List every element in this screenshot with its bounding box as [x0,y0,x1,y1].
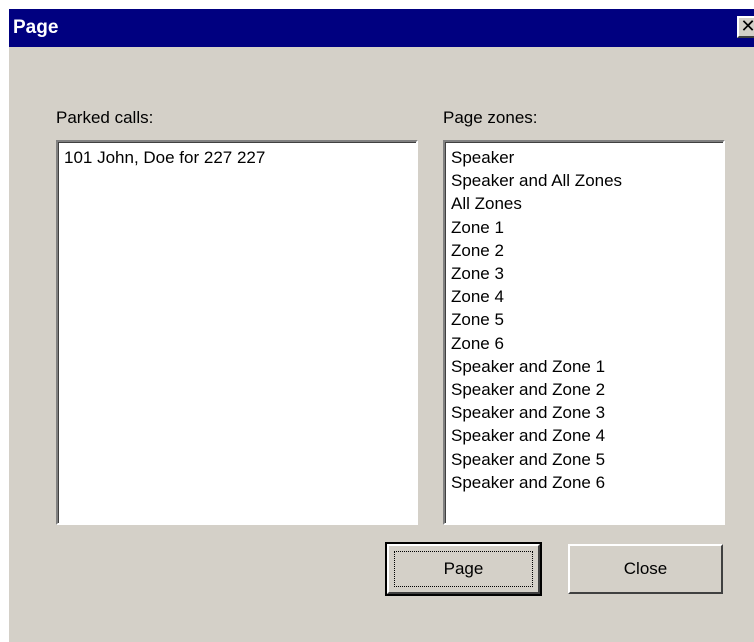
list-item[interactable]: Speaker [445,146,723,169]
list-item[interactable]: Zone 3 [445,262,723,285]
list-item[interactable]: 101 John, Doe for 227 227 [58,146,416,169]
list-item[interactable]: All Zones [445,192,723,215]
dialog-title: Page [13,17,59,38]
page-zones-list[interactable]: Speaker Speaker and All Zones All Zones Zon… [443,140,725,525]
list-item[interactable]: Zone 4 [445,285,723,308]
page-zones-label: Page zones: [443,108,538,127]
list-item[interactable]: Zone 2 [445,239,723,262]
list-item[interactable]: Speaker and Zone 2 [445,378,723,401]
list-item[interactable]: Zone 6 [445,332,723,355]
page-button[interactable]: Page [385,542,542,596]
close-button-label: Close [623,559,668,578]
close-button[interactable]: Close [568,544,723,594]
parked-calls-list[interactable]: 101 John, Doe for 227 227 [56,140,418,525]
list-item[interactable]: Speaker and All Zones [445,169,723,192]
list-item[interactable]: Speaker and Zone 5 [445,448,723,471]
close-icon[interactable]: ✕ [737,16,754,38]
list-item[interactable]: Speaker and Zone 4 [445,424,723,447]
list-item[interactable]: Zone 5 [445,308,723,331]
list-item[interactable]: Speaker and Zone 6 [445,471,723,494]
page-dialog: Page ✕ Parked calls: 101 John, Doe for 2… [8,8,754,642]
list-item[interactable]: Speaker and Zone 1 [445,355,723,378]
list-item[interactable]: Zone 1 [445,216,723,239]
parked-calls-label: Parked calls: [56,108,154,127]
title-bar[interactable]: Page [9,9,754,47]
list-item[interactable]: Speaker and Zone 3 [445,401,723,424]
focus-rect [394,551,533,587]
